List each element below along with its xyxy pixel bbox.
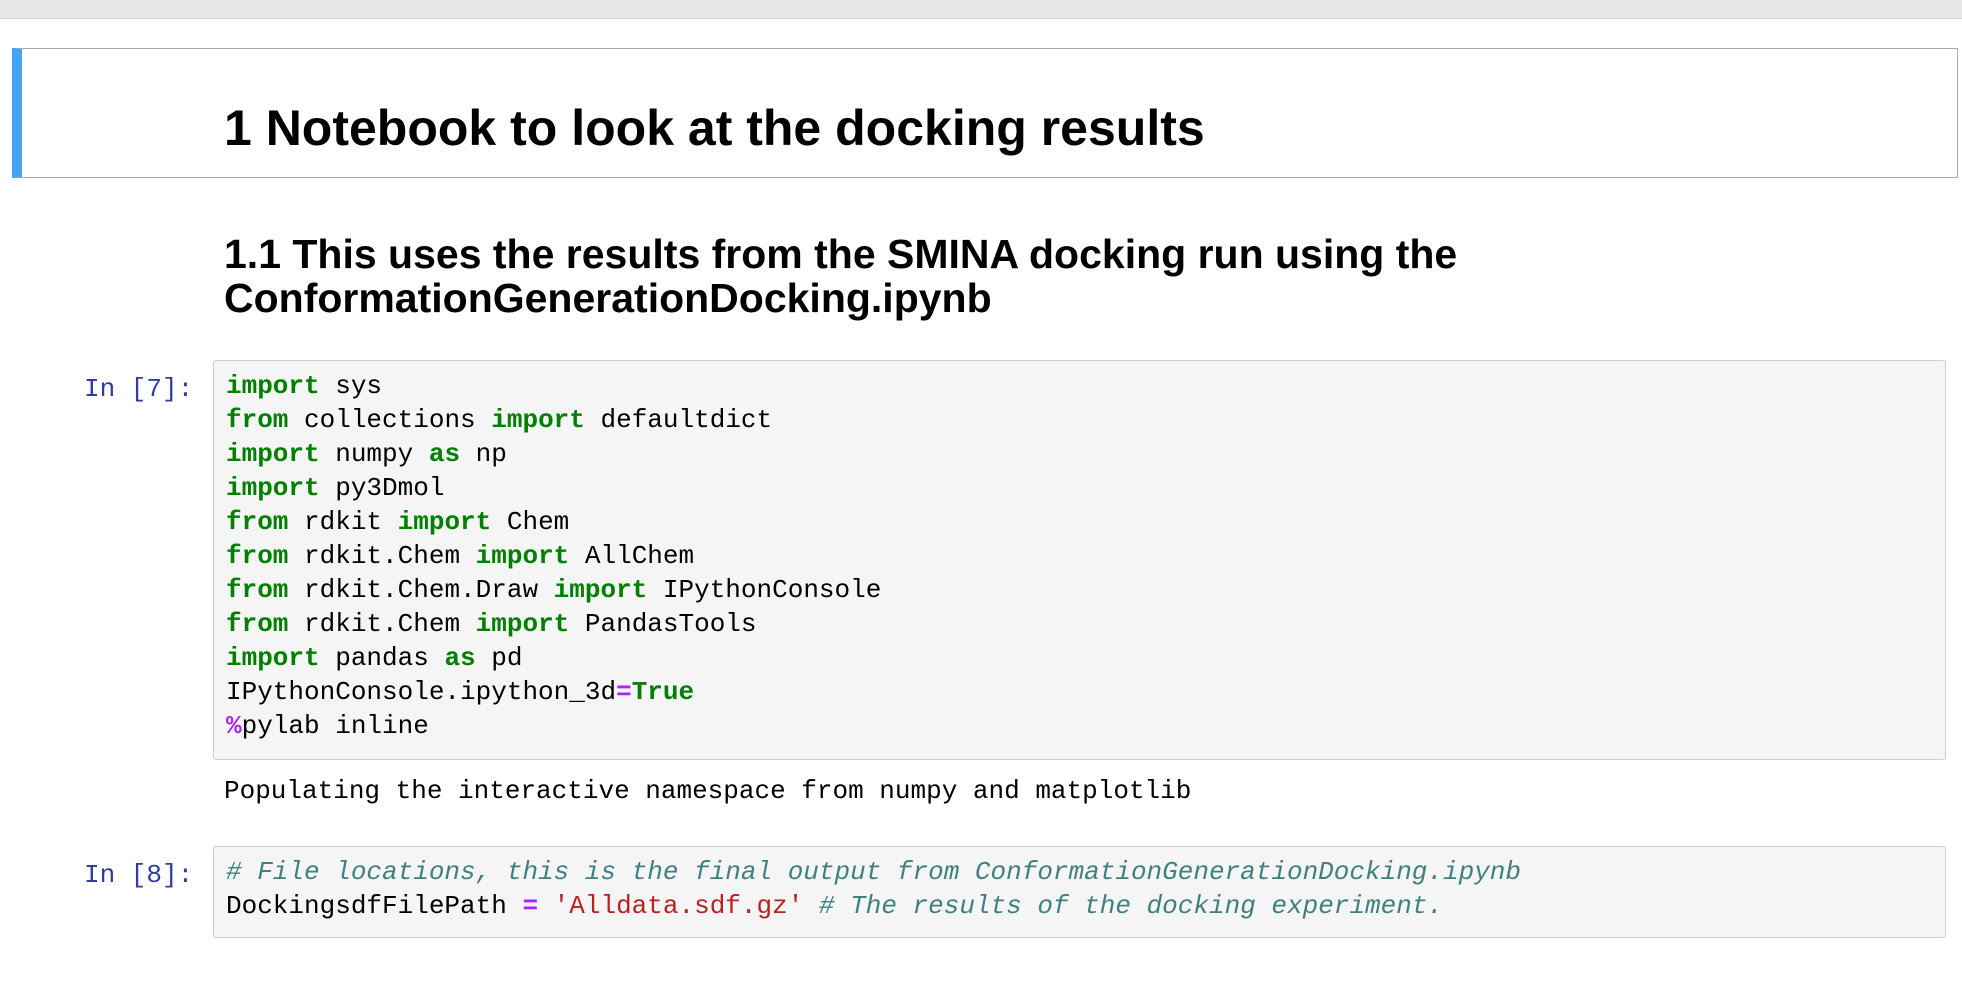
section-heading-line1: 1.1 This uses the results from the SMINA… xyxy=(224,231,1458,277)
code-token: True xyxy=(631,677,695,707)
browser-top-bar xyxy=(0,0,1962,19)
cell-prompt: In [7]: xyxy=(84,374,194,404)
code-token: # File locations, this is the final outp… xyxy=(226,857,1522,887)
section-heading: 1.1 This uses the results from the SMINA… xyxy=(224,232,1824,320)
code-token: import xyxy=(226,439,320,469)
code-token: py3Dmol xyxy=(319,473,445,503)
code-line: import pandas as pd xyxy=(226,641,1933,675)
code-token: pd xyxy=(475,643,523,673)
code-token: 'Alldata.sdf.gz' xyxy=(553,891,804,921)
code-token: import xyxy=(475,541,570,571)
code-token: import xyxy=(553,575,648,605)
code-token: PandasTools xyxy=(569,609,757,639)
code-line: from rdkit.Chem import PandasTools xyxy=(226,607,1933,641)
code-token: as xyxy=(444,643,476,673)
code-token: = xyxy=(616,677,632,707)
code-line: DockingsdfFilePath = 'Alldata.sdf.gz' # … xyxy=(226,889,1933,923)
code-token: np xyxy=(460,439,507,469)
cell-prompt: In [8]: xyxy=(84,860,194,890)
code-token: = xyxy=(522,891,539,921)
cell-output-text: Populating the interactive namespace fro… xyxy=(224,776,1192,806)
code-line: import py3Dmol xyxy=(226,471,1933,505)
code-token: IPythonConsole xyxy=(647,575,882,605)
code-token: rdkit xyxy=(288,507,398,537)
code-line: # File locations, this is the final outp… xyxy=(226,855,1933,889)
code-token: numpy xyxy=(319,439,429,469)
code-token: AllChem xyxy=(569,541,695,571)
code-token: Chem xyxy=(491,507,570,537)
section-heading-line2: ConformationGenerationDocking.ipynb xyxy=(224,275,992,321)
code-token: from xyxy=(226,405,289,435)
code-token: as xyxy=(428,439,461,469)
code-token: defaultdict xyxy=(584,405,773,435)
code-token: # The results of the docking experiment. xyxy=(818,891,1444,921)
code-token: from xyxy=(226,507,289,537)
code-token: from xyxy=(226,541,289,571)
code-cell-input[interactable]: import sys from collections import defaul… xyxy=(213,360,1946,760)
code-token: import xyxy=(491,405,585,435)
code-cell-input[interactable]: # File locations, this is the final outp… xyxy=(213,846,1946,938)
code-token: collections xyxy=(288,405,492,435)
code-line: import numpy as np xyxy=(226,437,1933,471)
code-token: import xyxy=(226,473,320,503)
code-line: from rdkit.Chem import AllChem xyxy=(226,539,1933,573)
code-token: import xyxy=(226,371,320,401)
code-token: rdkit.Chem xyxy=(288,541,476,571)
code-token: % xyxy=(226,711,242,741)
code-token: rdkit.Chem xyxy=(288,609,476,639)
code-token: sys xyxy=(319,371,383,401)
code-token: import xyxy=(475,609,570,639)
code-line: import sys xyxy=(226,369,1933,403)
code-line: from collections import defaultdict xyxy=(226,403,1933,437)
code-line: IPythonConsole.ipython_3d=True xyxy=(226,675,1933,709)
code-token: DockingsdfFilePath xyxy=(226,891,523,921)
code-token: IPythonConsole.ipython_3d xyxy=(226,677,617,707)
code-line: %pylab inline xyxy=(226,709,1933,743)
code-token: rdkit.Chem.Draw xyxy=(288,575,554,605)
code-token: import xyxy=(397,507,492,537)
code-token: pylab inline xyxy=(241,711,429,741)
code-token: import xyxy=(226,643,320,673)
code-token: from xyxy=(226,575,289,605)
code-line: from rdkit import Chem xyxy=(226,505,1933,539)
code-token: pandas xyxy=(319,643,445,673)
code-token: from xyxy=(226,609,289,639)
code-line: from rdkit.Chem.Draw import IPythonConso… xyxy=(226,573,1933,607)
notebook-title-heading: 1 Notebook to look at the docking result… xyxy=(224,100,1205,156)
